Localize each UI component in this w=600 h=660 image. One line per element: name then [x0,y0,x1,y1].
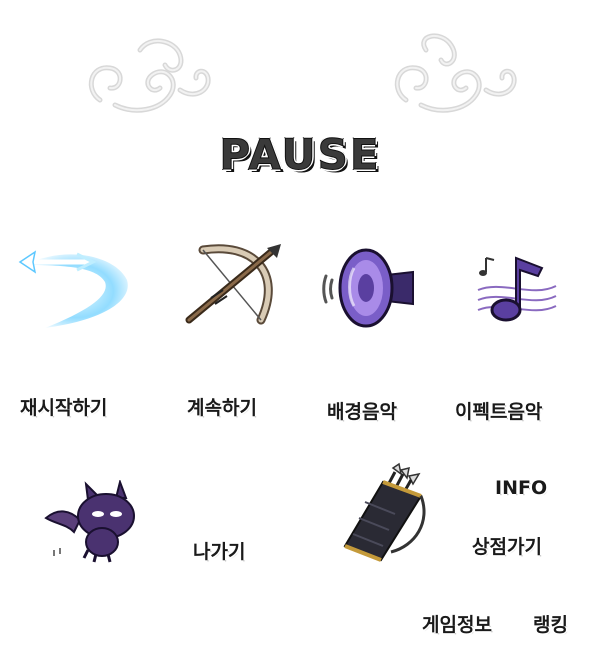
music-note-icon[interactable] [472,250,562,325]
effect-sound-button[interactable]: 이펙트음악 [455,397,542,424]
restart-button[interactable]: 재시작하기 [20,393,107,420]
quiver-icon[interactable] [335,462,435,562]
purple-bat-cat-icon[interactable] [40,480,150,565]
bow-and-arrow-icon[interactable] [183,242,283,327]
pause-title: PAUSE [219,130,381,180]
ranking-button[interactable]: 랭킹 [533,610,568,637]
bgm-button[interactable]: 배경음악 [327,397,397,424]
swirl-ornament-right [394,33,517,113]
speaker-icon[interactable] [318,246,418,331]
info-button[interactable]: INFO [495,477,547,499]
continue-button[interactable]: 계속하기 [187,393,257,420]
shop-button[interactable]: 상점가기 [472,532,542,559]
game-info-button[interactable]: 게임정보 [422,610,492,637]
exit-button[interactable]: 나가기 [193,537,245,564]
swirl-ornament-left [88,38,211,113]
glowing-arrow-icon[interactable] [15,240,135,335]
